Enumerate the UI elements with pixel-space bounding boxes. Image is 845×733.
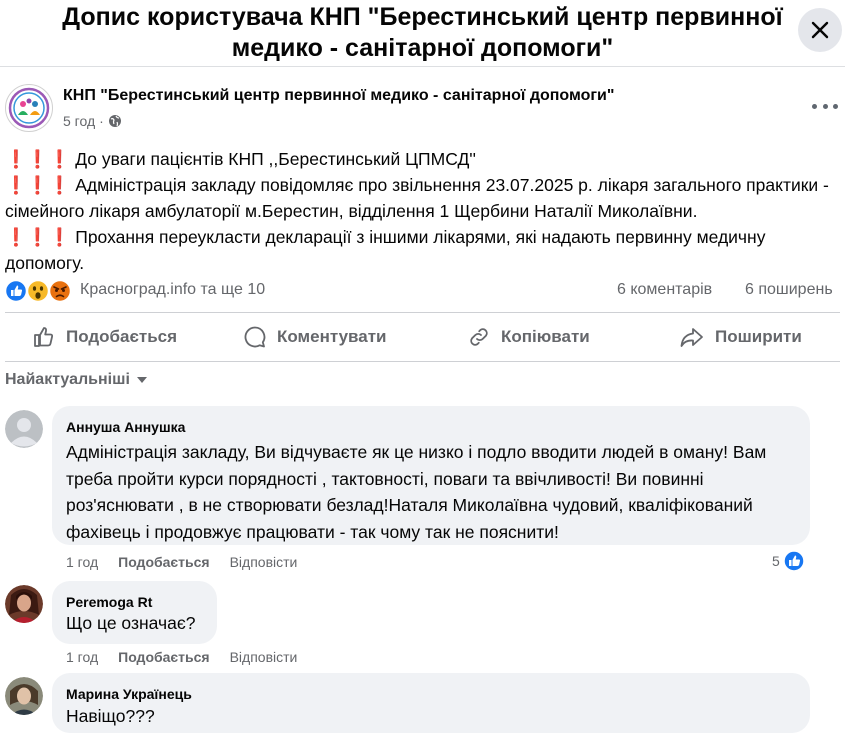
comment-2-time[interactable]: 1 год: [66, 649, 98, 665]
exclamation-icon: ❗❗❗: [5, 175, 71, 195]
post-line-2-text: Адміністрація закладу повідомляє про зві…: [5, 175, 829, 221]
reaction-icons[interactable]: [5, 279, 75, 303]
more-dot: [833, 103, 838, 109]
link-icon: [470, 328, 488, 346]
comment-1-text: Адміністрація закладу, Ви відчуваєте як …: [66, 442, 767, 542]
more-options-button[interactable]: [812, 96, 838, 116]
like-reaction-icon: [5, 279, 28, 303]
caret-down-icon: [136, 377, 147, 383]
comment-2-text: Що це означає?: [66, 613, 196, 633]
sort-label: Найактуальніші: [5, 371, 130, 388]
comment-1-likes-count: 5: [772, 553, 780, 569]
comment-1-author[interactable]: Аннуша Аннушка: [66, 419, 185, 435]
exclamation-icon: ❗❗❗: [5, 149, 71, 169]
wow-reaction-icon: [26, 279, 50, 303]
more-options-icon: [812, 103, 817, 109]
angry-reaction-icon: [48, 279, 72, 303]
actions-divider-top: [5, 312, 840, 313]
page-avatar[interactable]: [5, 84, 53, 132]
copy-label: Копіювати: [501, 327, 590, 346]
header-divider: [0, 66, 845, 67]
post-line-2: ❗❗❗ Адміністрація закладу повідомляє про…: [5, 172, 840, 224]
exclamation-icon: ❗❗❗: [5, 227, 71, 247]
post-line-1: ❗❗❗ До уваги пацієнтів КНП ,,Берестинськ…: [5, 146, 840, 172]
copy-button[interactable]: Копіювати: [467, 318, 590, 356]
share-label: Поширити: [715, 327, 802, 346]
post-action-bar: Подобається Коментувати Копіювати Пошири…: [5, 318, 845, 356]
comment-icon: [244, 326, 266, 348]
comment-3-author[interactable]: Марина Українець: [66, 686, 192, 702]
close-button[interactable]: [798, 8, 842, 52]
globe-icon[interactable]: [108, 114, 122, 128]
dialog-title: Допис користувача КНП "Берестинський цен…: [0, 2, 845, 64]
comment-button[interactable]: Коментувати: [243, 318, 387, 356]
like-label: Подобається: [66, 327, 178, 346]
post-meta: 5 год ·: [63, 113, 122, 129]
share-button[interactable]: Поширити: [679, 318, 802, 356]
shares-count[interactable]: 6 поширень: [745, 281, 833, 299]
default-avatar-icon: [5, 410, 43, 448]
comment-1-reply-button[interactable]: Відповісти: [230, 554, 298, 570]
comment-1-reactions[interactable]: 5: [772, 550, 805, 572]
page-name-link[interactable]: КНП "Берестинський центр первинної медик…: [63, 87, 614, 105]
post-line-3: ❗❗❗ Прохання переукласти декларації з ін…: [5, 224, 840, 276]
comments-count[interactable]: 6 коментарів: [617, 281, 712, 299]
comment-3-text: Навіщо???: [66, 706, 155, 726]
comment-2-reply-button[interactable]: Відповісти: [230, 649, 298, 665]
share-icon: [680, 328, 703, 347]
comment-label: Коментувати: [277, 327, 387, 346]
comment-2-author[interactable]: Peremoga Rt: [66, 594, 152, 610]
reactions-summary: Красноград.info та ще 10 6 коментарів 6 …: [5, 278, 845, 304]
comment-2-avatar[interactable]: [5, 585, 43, 623]
comment-3-avatar[interactable]: [5, 677, 43, 715]
user-photo-icon: [5, 677, 43, 715]
like-reaction-icon: [783, 550, 805, 572]
comment-1-like-button[interactable]: Подобається: [118, 554, 209, 570]
comment-1-time[interactable]: 1 год: [66, 554, 98, 570]
comment-1-avatar[interactable]: [5, 410, 43, 448]
post-line-3-text: Прохання переукласти декларації з іншими…: [5, 227, 766, 273]
post-time[interactable]: 5 год: [63, 113, 95, 129]
comment-2-like-button[interactable]: Подобається: [118, 649, 209, 665]
comment-1-meta: 1 год Подобається Відповісти: [66, 554, 297, 570]
user-photo-icon: [5, 585, 43, 623]
post-line-1-text: До уваги пацієнтів КНП ,,Берестинський Ц…: [75, 149, 476, 169]
actions-divider-bottom: [5, 361, 840, 362]
post-body: ❗❗❗ До уваги пацієнтів КНП ,,Берестинськ…: [5, 146, 840, 276]
like-icon: [34, 327, 54, 347]
comment-2-meta: 1 год Подобається Відповісти: [66, 649, 297, 665]
close-icon: [811, 21, 829, 39]
dialog-title-line-2: медико - санітарної допомоги": [231, 34, 614, 62]
more-dot: [822, 103, 828, 109]
reactions-names[interactable]: Красноград.info та ще 10: [80, 281, 265, 299]
page-logo-icon: [8, 87, 50, 129]
meta-separator: ·: [99, 113, 104, 129]
comment-sort-dropdown[interactable]: Найактуальніші: [5, 371, 148, 389]
dialog-title-line-1: Допис користувача КНП "Берестинський цен…: [62, 3, 783, 31]
like-button[interactable]: Подобається: [32, 318, 177, 356]
